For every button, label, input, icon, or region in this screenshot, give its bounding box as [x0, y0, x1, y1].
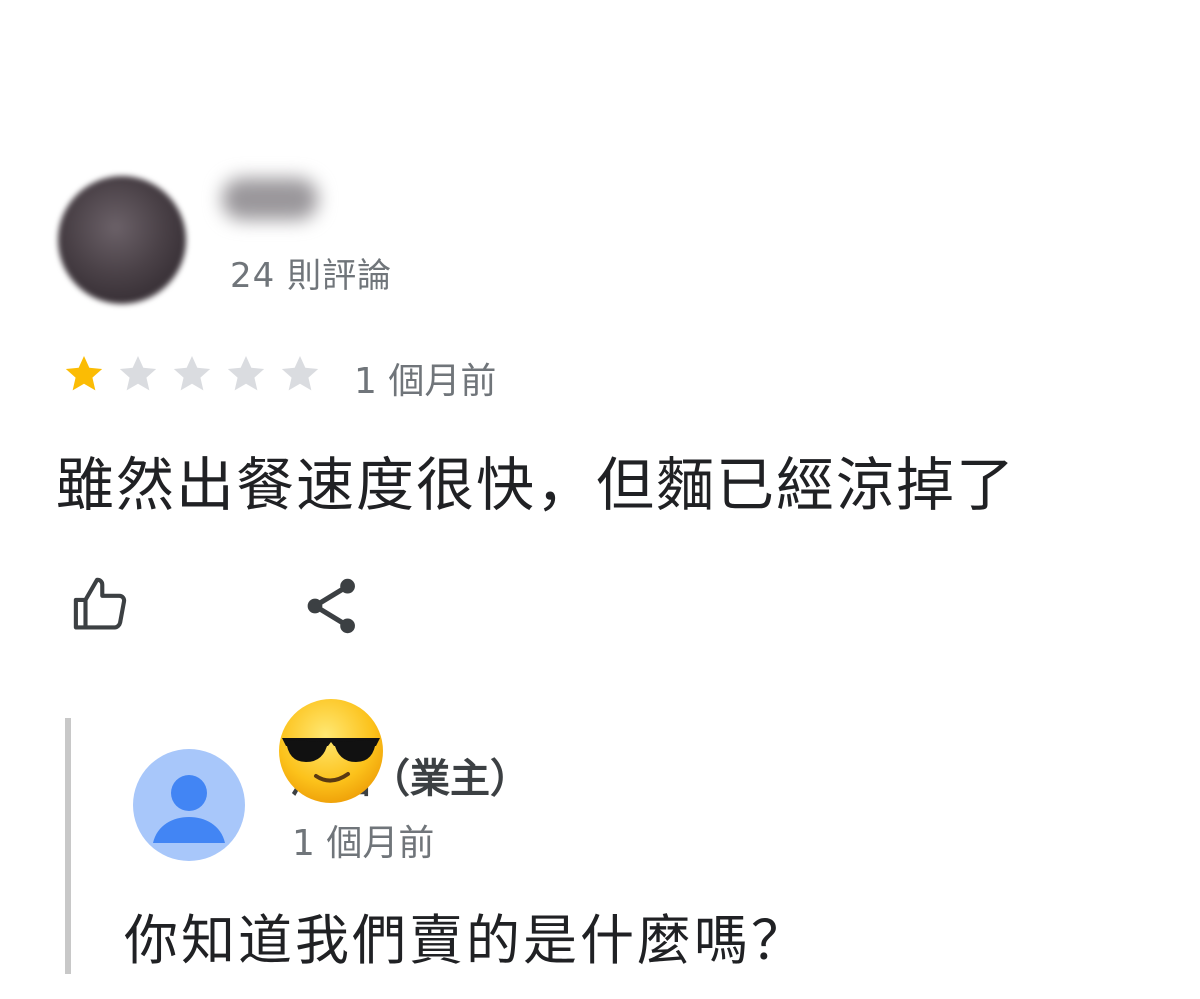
reply-text: 你知道我們賣的是什麼嗎？	[124, 909, 808, 972]
reviewer-review-count[interactable]: 24 則評論	[230, 248, 392, 297]
star-filled-icon	[62, 352, 106, 396]
person-icon	[153, 775, 225, 843]
review-time: 1 個月前	[354, 361, 497, 402]
star-empty-icon	[170, 352, 214, 396]
review-card: 24 則評論 1 個月前 雖然出餐速度很快，但麵已經涼掉了 涼麵（業主） 1 個…	[0, 0, 1200, 999]
review-text: 雖然出餐速度很快，但麵已經涼掉了	[56, 451, 1017, 519]
star-empty-icon	[224, 352, 268, 396]
reply-time: 1 個月前	[292, 823, 435, 864]
like-button[interactable]	[64, 566, 140, 642]
stars-container	[62, 352, 332, 396]
reply-thread-line	[65, 718, 71, 974]
sunglasses-emoji-icon	[276, 696, 386, 806]
reviewer-avatar[interactable]	[58, 176, 186, 304]
share-icon	[307, 578, 355, 634]
thumbs-up-icon	[73, 577, 127, 630]
star-empty-icon	[278, 352, 322, 396]
owner-avatar[interactable]	[133, 749, 245, 861]
star-rating	[62, 346, 332, 402]
star-empty-icon	[116, 352, 160, 396]
share-button[interactable]	[294, 568, 370, 644]
reviewer-name-blurred[interactable]	[222, 178, 318, 220]
